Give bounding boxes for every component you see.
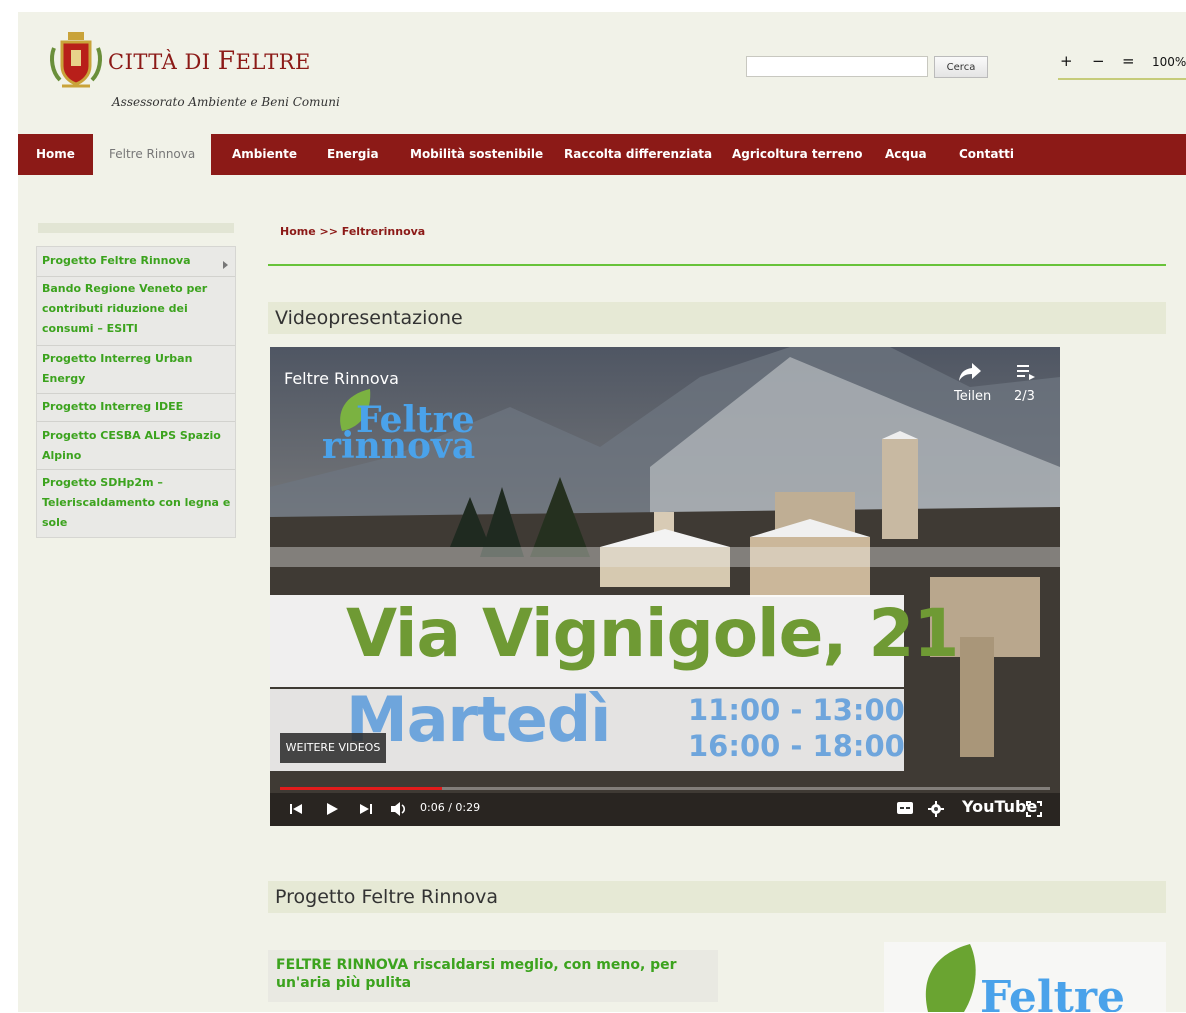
main-navbar: Home Feltre Rinnova Ambiente Energia Mob…: [18, 134, 1186, 175]
sidebar-item-cesba-alps[interactable]: Progetto CESBA ALPS Spazio Alpino: [42, 426, 232, 466]
play-icon[interactable]: [324, 801, 340, 817]
next-icon[interactable]: [358, 801, 374, 817]
more-videos-button[interactable]: WEITERE VIDEOS: [280, 733, 386, 763]
breadcrumb-separator: >>: [315, 225, 342, 238]
playlist-icon[interactable]: [1016, 363, 1036, 381]
breadcrumb-home-link[interactable]: Home: [280, 225, 316, 238]
site-title-prefix: CITTÀ DI: [108, 50, 218, 74]
breadcrumb: Home >> Feltrerinnova: [280, 225, 425, 238]
zoom-controls: + − = 100%: [1058, 52, 1186, 80]
search-button[interactable]: Cerca: [934, 56, 988, 78]
sidebar-divider: [37, 345, 235, 346]
sidebar-divider: [37, 421, 235, 422]
video-progress-fill: [280, 787, 442, 790]
project-section-title: Progetto Feltre Rinnova: [268, 881, 1166, 913]
sidebar-menu: Progetto Feltre Rinnova Bando Regione Ve…: [36, 246, 236, 538]
video-timecode: 0:06 / 0:29: [420, 801, 481, 814]
search-input[interactable]: [746, 56, 928, 77]
site-title-initial: F: [217, 46, 236, 75]
nav-ambiente[interactable]: Ambiente: [232, 134, 297, 175]
sidebar-item-sdhp2m[interactable]: Progetto SDHp2m – Teleriscaldamento con …: [42, 473, 232, 533]
previous-icon[interactable]: [288, 801, 304, 817]
zoom-in-button[interactable]: +: [1060, 52, 1073, 70]
nav-agricoltura-terreno[interactable]: Agricoltura terreno: [732, 134, 863, 175]
site-title-rest: ELTRE: [235, 50, 311, 74]
breadcrumb-current: Feltrerinnova: [341, 225, 426, 238]
share-label[interactable]: Teilen: [954, 389, 991, 404]
sidebar-item-interreg-idee[interactable]: Progetto Interreg IDEE: [42, 397, 232, 417]
site-title[interactable]: CITTÀ DI FELTRE: [108, 46, 311, 75]
sidebar-item-interreg-urban-energy[interactable]: Progetto Interreg Urban Energy: [42, 349, 232, 389]
nav-raccolta-differenziata[interactable]: Raccolta differenziata: [564, 134, 712, 175]
leaf-logo-icon: [925, 944, 976, 1012]
city-crest-logo[interactable]: [48, 30, 104, 92]
sidebar-divider: [37, 469, 235, 470]
video-player[interactable]: Feltre Rinnova Feltre rinnova Teilen 2/3…: [270, 347, 1060, 826]
share-icon[interactable]: [958, 361, 982, 383]
site-subtitle: Assessorato Ambiente e Beni Comuni: [112, 95, 340, 109]
sidebar-divider: [37, 393, 235, 394]
feltre-rinnova-logo: Feltre: [884, 942, 1166, 1012]
nav-feltre-rinnova[interactable]: Feltre Rinnova: [93, 134, 212, 175]
video-progress-bar[interactable]: [280, 787, 1050, 790]
nav-mobilita-sostenibile[interactable]: Mobilità sostenibile: [410, 134, 543, 175]
zoom-level: 100%: [1152, 55, 1186, 69]
zoom-reset-button[interactable]: =: [1122, 52, 1135, 70]
video-hours-afternoon: 16:00 - 18:00: [688, 729, 905, 763]
nav-acqua[interactable]: Acqua: [885, 134, 927, 175]
sidebar-item-progetto-feltre-rinnova[interactable]: Progetto Feltre Rinnova: [42, 251, 232, 271]
project-article-heading[interactable]: FELTRE RINNOVA riscaldarsi meglio, con m…: [268, 950, 718, 1002]
volume-icon[interactable]: [390, 801, 408, 817]
video-hours-morning: 11:00 - 13:00: [688, 693, 905, 727]
nav-home[interactable]: Home: [36, 134, 75, 175]
video-brand-rinnova: rinnova: [322, 425, 476, 467]
nav-energia[interactable]: Energia: [327, 134, 379, 175]
settings-gear-icon[interactable]: [928, 801, 944, 817]
page: CITTÀ DI FELTRE Assessorato Ambiente e B…: [18, 12, 1186, 1012]
sidebar-divider: [37, 276, 235, 277]
sidebar-item-bando-regione-veneto[interactable]: Bando Regione Veneto per contributi ridu…: [42, 279, 232, 339]
playlist-position: 2/3: [1014, 389, 1035, 404]
video-headline-street: Via Vignigole, 21: [346, 595, 959, 672]
sidebar-top-bar: [38, 223, 234, 233]
zoom-out-button[interactable]: −: [1092, 52, 1105, 70]
video-section-title: Videopresentazione: [268, 302, 1166, 334]
logo-word: Feltre: [980, 972, 1126, 1012]
breadcrumb-divider: [268, 264, 1166, 266]
nav-contatti[interactable]: Contatti: [959, 134, 1014, 175]
video-controls: 0:06 / 0:29 YouTube: [270, 793, 1060, 826]
video-channel-title[interactable]: Feltre Rinnova: [284, 369, 399, 388]
fullscreen-icon[interactable]: [1026, 801, 1042, 817]
submenu-arrow-icon: [223, 261, 228, 269]
subtitles-icon[interactable]: [896, 801, 914, 815]
